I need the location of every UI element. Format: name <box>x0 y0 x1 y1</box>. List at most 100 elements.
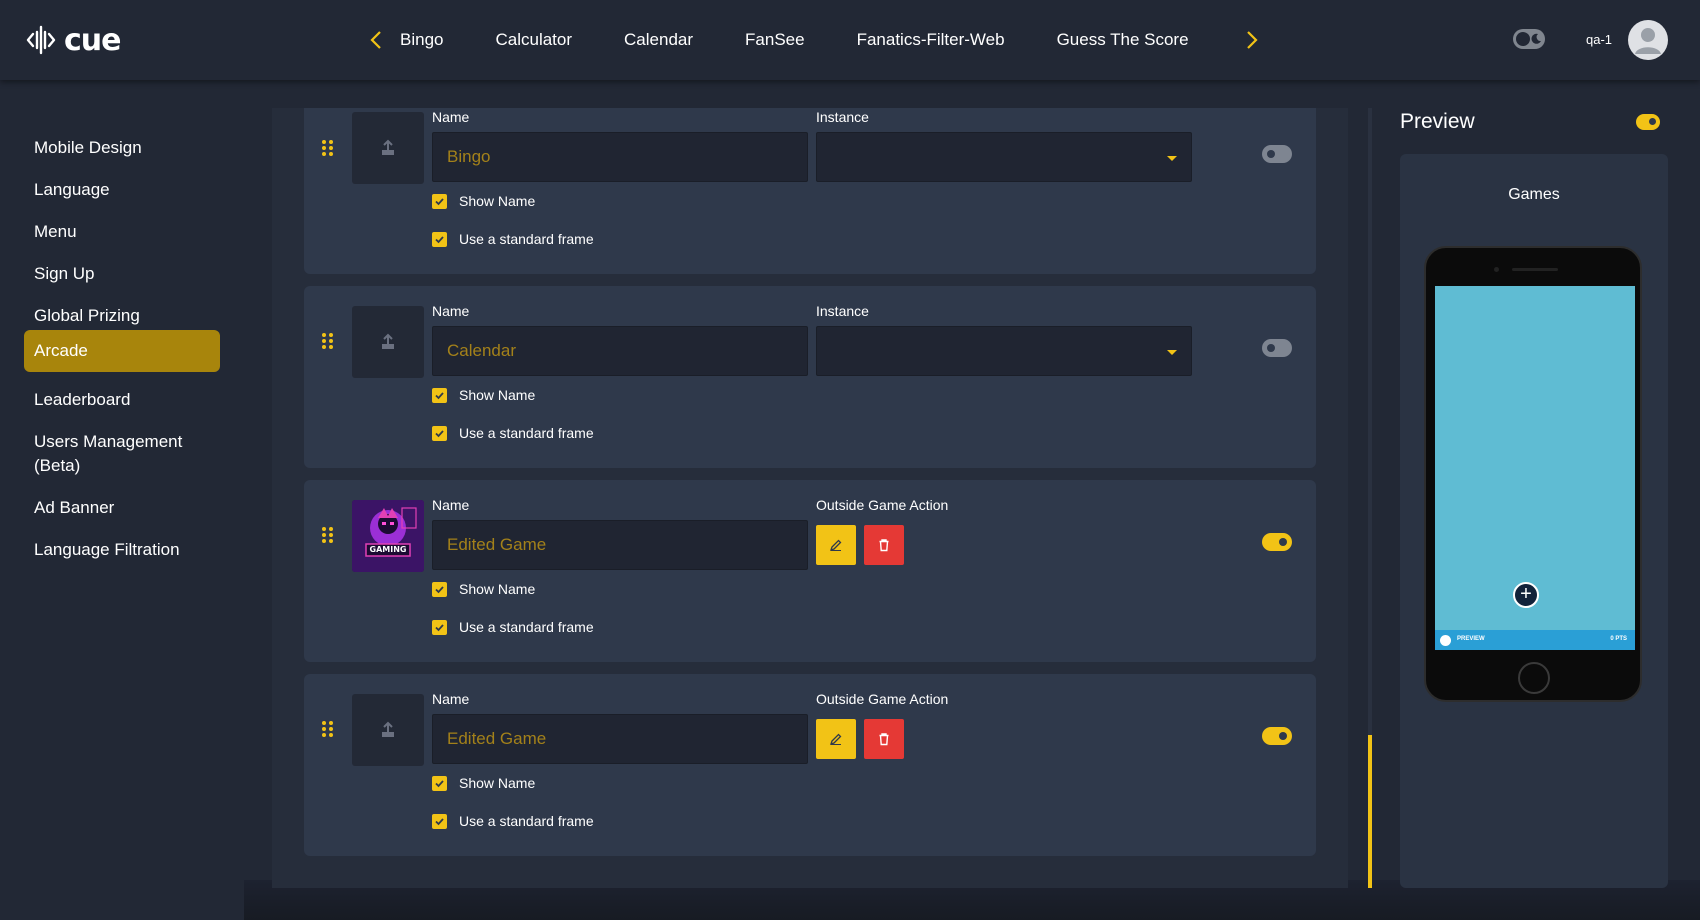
upload-icon <box>382 333 394 349</box>
name-input[interactable]: Edited Game <box>432 714 808 764</box>
outside-game-action-label: Outside Game Action <box>816 497 949 513</box>
name-label: Name <box>432 691 470 707</box>
edit-button[interactable] <box>816 719 856 759</box>
app-tabs: Bingo Calculator Calendar FanSee Fanatic… <box>400 0 1241 80</box>
sidebar-item-arcade[interactable]: Arcade <box>24 330 220 372</box>
pencil-icon <box>829 733 842 746</box>
tab-fansee[interactable]: FanSee <box>745 30 805 50</box>
name-label: Name <box>432 497 470 513</box>
phone-camera <box>1494 267 1499 272</box>
delete-button[interactable] <box>864 719 904 759</box>
edit-button[interactable] <box>816 525 856 565</box>
show-name-label: Show Name <box>459 193 536 209</box>
enable-toggle[interactable] <box>1262 533 1292 551</box>
enable-toggle[interactable] <box>1262 145 1292 163</box>
standard-frame-checkbox[interactable]: Use a standard frame <box>432 229 594 249</box>
upload-icon <box>382 139 394 155</box>
scrollbar-thumb[interactable] <box>1368 735 1372 888</box>
waveform-icon <box>26 25 56 55</box>
drag-handle-icon[interactable] <box>322 333 336 351</box>
sidebar: Mobile Design Language Menu Sign Up Glob… <box>0 80 244 920</box>
show-name-label: Show Name <box>459 775 536 791</box>
show-name-checkbox[interactable]: Show Name <box>432 579 535 599</box>
phone-speaker <box>1512 268 1558 271</box>
user-icon <box>1635 28 1661 54</box>
name-input[interactable]: Bingo <box>432 132 808 182</box>
checkbox-checked-icon <box>432 581 447 597</box>
preview-panel: Games PREVIEW 0 PTS + <box>1400 154 1668 888</box>
outside-game-action-label: Outside Game Action <box>816 691 949 707</box>
thumbnail-caption: GAMING <box>369 545 407 554</box>
checkbox-checked-icon <box>432 193 447 209</box>
avatar[interactable] <box>1628 20 1668 60</box>
checkbox-checked-icon <box>432 425 447 441</box>
toggle-knob <box>1267 344 1275 352</box>
thumbnail-upload[interactable] <box>352 694 424 766</box>
instance-label: Instance <box>816 303 869 319</box>
phone-plus-button[interactable]: + <box>1513 582 1539 608</box>
instance-label: Instance <box>816 109 869 125</box>
instance-select[interactable] <box>816 132 1192 182</box>
sidebar-item-menu[interactable]: Menu <box>24 212 220 252</box>
nav-prev-button[interactable] <box>362 24 390 56</box>
name-input[interactable]: Calendar <box>432 326 808 376</box>
sidebar-item-leaderboard[interactable]: Leaderboard <box>24 380 220 420</box>
thumbnail-upload[interactable] <box>352 306 424 378</box>
gaming-logo-image <box>352 500 424 572</box>
preview-toggle[interactable] <box>1636 114 1660 130</box>
sidebar-item-language-filtration[interactable]: Language Filtration <box>24 530 220 570</box>
moon-icon <box>1531 33 1541 44</box>
checkbox-checked-icon <box>432 231 447 247</box>
username[interactable]: qa-1 <box>1586 32 1612 47</box>
sidebar-item-sign-up[interactable]: Sign Up <box>24 254 220 294</box>
toggle-knob <box>1279 732 1287 740</box>
checkbox-checked-icon <box>432 813 447 829</box>
toggle-knob <box>1267 150 1275 158</box>
standard-frame-label: Use a standard frame <box>459 619 594 635</box>
sidebar-item-ad-banner[interactable]: Ad Banner <box>24 488 220 528</box>
show-name-checkbox[interactable]: Show Name <box>432 385 535 405</box>
standard-frame-label: Use a standard frame <box>459 813 594 829</box>
name-label: Name <box>432 109 470 125</box>
phone-right-label: 0 PTS <box>1610 636 1627 642</box>
cue-logo[interactable]: cue <box>24 20 121 60</box>
checkbox-checked-icon <box>432 775 447 791</box>
sidebar-item-users-management[interactable]: Users Management (Beta) <box>24 422 204 486</box>
standard-frame-checkbox[interactable]: Use a standard frame <box>432 423 594 443</box>
enable-toggle[interactable] <box>1262 339 1292 357</box>
delete-button[interactable] <box>864 525 904 565</box>
name-input[interactable]: Edited Game <box>432 520 808 570</box>
caret-down-icon <box>1167 156 1177 161</box>
drag-handle-icon[interactable] <box>322 140 336 158</box>
sidebar-item-mobile-design[interactable]: Mobile Design <box>24 128 220 168</box>
sidebar-item-language[interactable]: Language <box>24 170 220 210</box>
instance-select[interactable] <box>816 326 1192 376</box>
chevron-left-icon <box>370 31 381 49</box>
show-name-checkbox[interactable]: Show Name <box>432 773 535 793</box>
checkbox-checked-icon <box>432 619 447 635</box>
show-name-checkbox[interactable]: Show Name <box>432 191 535 211</box>
tab-calculator[interactable]: Calculator <box>495 30 572 50</box>
standard-frame-checkbox[interactable]: Use a standard frame <box>432 811 594 831</box>
enable-toggle[interactable] <box>1262 727 1292 745</box>
preview-title: Preview <box>1400 110 1475 133</box>
game-card-edited-game: GAMING Name Edited Game Outside Game Act… <box>304 480 1316 662</box>
thumbnail-upload[interactable] <box>352 112 424 184</box>
checkbox-checked-icon <box>432 387 447 403</box>
upload-icon <box>382 721 394 737</box>
drag-handle-icon[interactable] <box>322 527 336 545</box>
standard-frame-checkbox[interactable]: Use a standard frame <box>432 617 594 637</box>
tab-guess-the-score[interactable]: Guess The Score <box>1057 30 1189 50</box>
drag-handle-icon[interactable] <box>322 721 336 739</box>
tab-calendar[interactable]: Calendar <box>624 30 693 50</box>
standard-frame-label: Use a standard frame <box>459 425 594 441</box>
tab-fanatics-filter-web[interactable]: Fanatics-Filter-Web <box>857 30 1005 50</box>
theme-toggle[interactable] <box>1513 29 1545 49</box>
toggle-knob <box>1516 32 1530 46</box>
tab-bingo[interactable]: Bingo <box>400 30 443 50</box>
nav-next-button[interactable] <box>1238 24 1266 56</box>
pencil-icon <box>829 539 842 552</box>
thumbnail-image[interactable]: GAMING <box>352 500 424 572</box>
chevron-right-icon <box>1247 31 1258 49</box>
game-card-calendar: Name Calendar Instance Show Name Use a s… <box>304 286 1316 468</box>
